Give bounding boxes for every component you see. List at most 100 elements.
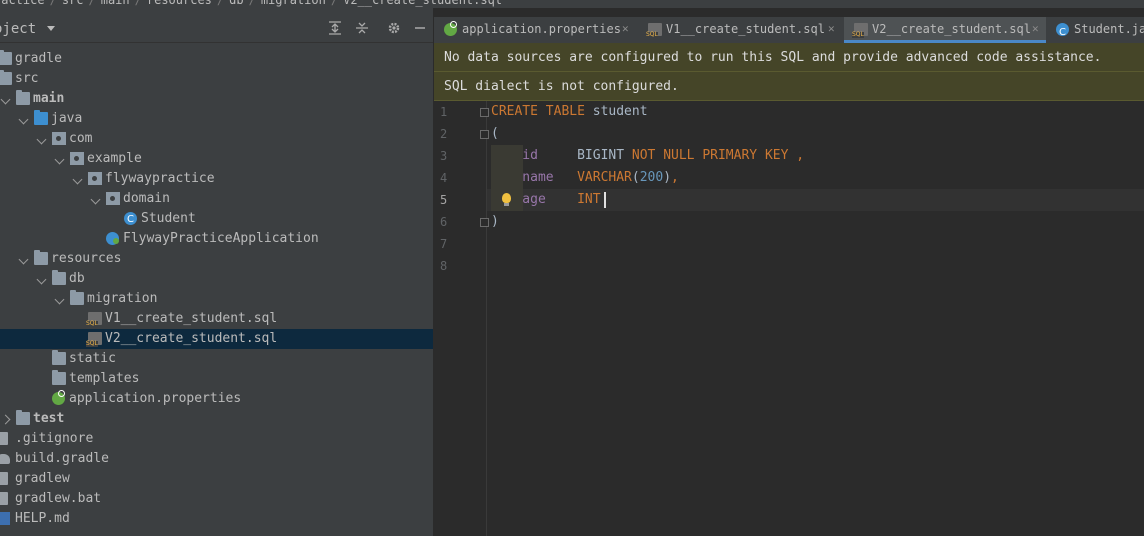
java-class-icon bbox=[124, 210, 137, 230]
breadcrumb: ractice / src / main / resources / db / migration /… bbox=[0, 0, 1144, 8]
chevron-down-icon[interactable] bbox=[72, 174, 83, 185]
folder-icon bbox=[0, 50, 12, 65]
tree-item-gradlew[interactable]: gradlew bbox=[0, 469, 433, 489]
chevron-down-icon[interactable] bbox=[36, 134, 47, 145]
chevron-down-icon[interactable] bbox=[54, 294, 65, 305]
code-line[interactable]: id BIGINT NOT NULL PRIMARY KEY , bbox=[491, 145, 804, 167]
tree-item-student[interactable]: Student bbox=[0, 209, 433, 230]
dialect-warning-banner[interactable]: SQL dialect is not configured. bbox=[434, 72, 1144, 101]
collapse-all-icon[interactable] bbox=[354, 21, 370, 37]
folder-icon bbox=[16, 410, 30, 425]
editor-tab[interactable]: application.properties ✕ bbox=[434, 17, 638, 43]
gear-icon[interactable] bbox=[386, 21, 402, 37]
breadcrumb-separator: / bbox=[88, 0, 96, 7]
tree-item-label: migration bbox=[87, 291, 158, 306]
expand-all-icon[interactable] bbox=[327, 21, 343, 37]
tree-item-gradle[interactable]: gradle bbox=[0, 49, 433, 69]
tree-item-flywaypractice[interactable]: flywaypractice bbox=[0, 169, 433, 189]
tree-item-domain[interactable]: domain bbox=[0, 189, 433, 209]
chevron-right-icon[interactable] bbox=[0, 414, 11, 425]
chevron-down-icon[interactable] bbox=[54, 154, 65, 165]
chevron-down-icon[interactable] bbox=[18, 114, 29, 125]
spring-config-icon bbox=[444, 21, 457, 36]
code-token: ( bbox=[491, 126, 499, 141]
close-tab-icon[interactable]: ✕ bbox=[828, 17, 835, 41]
tree-item-label: com bbox=[69, 131, 93, 146]
chevron-down-icon[interactable] bbox=[36, 274, 47, 285]
breadcrumb-item[interactable]: db bbox=[229, 0, 243, 7]
tree-item-gitignore[interactable]: .gitignore bbox=[0, 429, 433, 449]
code-editor[interactable]: 1 2 3 4 5 6 7 8 CREATE TABLE student ( id BIGINT… bbox=[434, 101, 1144, 536]
tree-item-templates[interactable]: templates bbox=[0, 369, 433, 389]
tree-item-label: resources bbox=[51, 251, 122, 266]
tree-item-main[interactable]: main bbox=[0, 89, 433, 109]
code-token: ) bbox=[663, 170, 672, 185]
tree-item-label: example bbox=[87, 151, 142, 166]
folder-icon bbox=[52, 370, 66, 385]
editor-tab[interactable]: V2__create_student.sql✕ bbox=[844, 17, 1046, 43]
tree-item-label: src bbox=[15, 71, 39, 86]
lightbulb-icon[interactable] bbox=[502, 193, 511, 206]
tree-item-db[interactable]: db bbox=[0, 269, 433, 289]
line-number: 8 bbox=[440, 259, 448, 273]
folder-icon bbox=[70, 290, 84, 305]
tree-item-application-properties[interactable]: application.properties bbox=[0, 389, 433, 409]
minimize-icon[interactable] bbox=[412, 21, 428, 37]
tree-item-flywaypracticeapplication[interactable]: FlywayPracticeApplication bbox=[0, 229, 433, 249]
close-tab-icon[interactable]: ✕ bbox=[622, 17, 629, 41]
chevron-down-icon[interactable] bbox=[90, 194, 101, 205]
breadcrumb-item[interactable]: main bbox=[101, 0, 130, 7]
editor-tab[interactable]: Student.ja bbox=[1046, 17, 1144, 43]
code-line[interactable]: ) bbox=[491, 211, 499, 233]
breadcrumb-separator: / bbox=[134, 0, 142, 7]
project-panel-title[interactable]: oject bbox=[0, 21, 36, 37]
code-line[interactable]: name VARCHAR(200), bbox=[491, 167, 679, 189]
file-icon bbox=[0, 432, 8, 445]
code-line[interactable]: CREATE TABLE student bbox=[491, 101, 648, 123]
tree-item-static[interactable]: static bbox=[0, 349, 433, 369]
tree-item-test[interactable]: test bbox=[0, 409, 433, 429]
tree-item-resources[interactable]: resources bbox=[0, 249, 433, 269]
code-line[interactable]: ( bbox=[491, 123, 499, 145]
breadcrumb-item[interactable]: ractice bbox=[0, 0, 45, 7]
fold-marker-icon[interactable] bbox=[480, 130, 489, 139]
tree-item-label: db bbox=[69, 271, 85, 286]
chevron-down-icon[interactable] bbox=[18, 254, 29, 265]
tree-item-label: build.gradle bbox=[15, 451, 109, 466]
line-number: 4 bbox=[440, 171, 448, 185]
close-tab-icon[interactable]: ✕ bbox=[1032, 17, 1039, 41]
sql-file-icon bbox=[86, 332, 102, 347]
tree-item-com[interactable]: com bbox=[0, 129, 433, 149]
chevron-down-icon[interactable] bbox=[0, 94, 11, 105]
java-class-icon bbox=[1056, 21, 1069, 43]
editor-tab[interactable]: V1__create_student.sql✕ bbox=[638, 17, 844, 43]
folder-icon bbox=[52, 270, 66, 285]
project-view-dropdown-icon[interactable] bbox=[47, 26, 55, 31]
tree-item-build-gradle[interactable]: build.gradle bbox=[0, 449, 433, 469]
tree-item-label: FlywayPracticeApplication bbox=[123, 231, 319, 246]
breadcrumb-item[interactable]: V2__create_student.sql bbox=[343, 0, 502, 7]
tree-item-gradlew-bat[interactable]: gradlew.bat bbox=[0, 489, 433, 509]
tree-item-help-md[interactable]: HELP.md bbox=[0, 509, 433, 529]
tree-item-java[interactable]: java bbox=[0, 109, 433, 129]
breadcrumb-item[interactable]: src bbox=[62, 0, 84, 7]
tree-item-src[interactable]: src bbox=[0, 69, 433, 89]
package-icon bbox=[52, 132, 66, 145]
spring-app-icon bbox=[106, 232, 119, 245]
tree-item-v2-create-student-sql[interactable]: V2__create_student.sql bbox=[0, 329, 433, 349]
editor-tab-label: application.properties bbox=[462, 22, 621, 36]
fold-marker-icon[interactable] bbox=[480, 108, 489, 117]
tree-item-example[interactable]: example bbox=[0, 149, 433, 169]
fold-marker-icon[interactable] bbox=[480, 218, 489, 227]
breadcrumb-item[interactable]: migration bbox=[261, 0, 326, 7]
line-number: 7 bbox=[440, 237, 448, 251]
project-panel-header: oject bbox=[0, 8, 433, 43]
code-token: 200 bbox=[639, 170, 664, 185]
file-icon bbox=[0, 492, 8, 505]
tree-item-migration[interactable]: migration bbox=[0, 289, 433, 309]
datasource-warning-banner[interactable]: No data sources are configured to run th… bbox=[434, 43, 1144, 72]
breadcrumb-item[interactable]: resources bbox=[147, 0, 212, 7]
tree-item-v1-create-student-sql[interactable]: V1__create_student.sql bbox=[0, 309, 433, 329]
code-token: id bbox=[491, 148, 578, 163]
tree-item-label: templates bbox=[69, 371, 140, 386]
